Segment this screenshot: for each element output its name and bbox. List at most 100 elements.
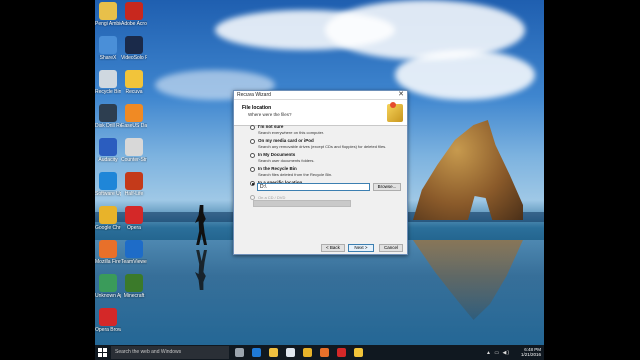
desktop-icon-label: Adobe Acrobat (121, 21, 147, 27)
taskbar: Search the web and Windows ▲ ▭ ◀) 6:48 P… (95, 345, 544, 360)
app-icon (125, 274, 143, 292)
desktop-icon[interactable]: Opera Browser (95, 308, 121, 333)
desktop-icon-label: Counter-Strike (121, 157, 147, 163)
browse-button[interactable]: Browse... (373, 183, 401, 191)
option-title: In My Documents (258, 152, 296, 157)
desktop-icons: Pengi Ambidat DocumenAdobe Acrobat ShareX… (95, 0, 147, 345)
app-icon (125, 138, 143, 156)
option-desc: Search user documents folders. (258, 158, 315, 163)
wallpaper-runner (195, 205, 207, 245)
desktop-icon[interactable]: ShareX (95, 36, 121, 61)
app-icon (99, 206, 117, 224)
firefox-icon[interactable] (320, 348, 329, 357)
dialog-header: File location Where were the files? (234, 100, 407, 126)
store-icon[interactable] (286, 348, 295, 357)
recuva-icon[interactable] (354, 348, 363, 357)
desktop-icon[interactable]: VideoSolo Free (121, 36, 147, 61)
desktop-icon[interactable]: Minecraft (121, 274, 147, 299)
file-explorer-icon[interactable] (269, 348, 278, 357)
cancel-button[interactable]: Cancel (379, 244, 403, 252)
option-desc: Search files deleted from the Recycle Bi… (258, 172, 333, 177)
app-icon (99, 36, 117, 54)
app-icon (125, 206, 143, 224)
desktop-icon[interactable]: Unknown App (95, 274, 121, 299)
option-title: In the Recycle Bin (258, 166, 297, 171)
option-media-card[interactable]: On my media card or iPod Search any remo… (250, 138, 400, 152)
desktop-icon[interactable]: Software Updater (95, 172, 121, 197)
app-icon (99, 172, 117, 190)
desktop-icon-label: Mozilla Firefox (95, 259, 121, 265)
desktop-icon[interactable]: Recycle Bin (95, 70, 121, 95)
desktop-icon-label: Disk Drill Recovery (95, 123, 121, 129)
wallpaper-cloud (395, 50, 535, 100)
app-icon (125, 172, 143, 190)
radio-not-sure[interactable] (250, 125, 255, 130)
desktop-icon-label: Half-Life (124, 191, 144, 197)
task-view-icon[interactable] (235, 348, 244, 357)
desktop-icon[interactable]: Audacity (95, 138, 121, 163)
option-not-sure[interactable]: I'm not sure Search everywhere on this c… (250, 124, 400, 138)
close-icon[interactable]: ✕ (398, 91, 404, 99)
option-title: I'm not sure (258, 124, 284, 129)
app-icon (125, 104, 143, 122)
desktop-icon[interactable]: Disk Drill Recovery (95, 104, 121, 129)
desktop-icon-label: TeamViewer (121, 259, 147, 265)
app-icon (99, 70, 117, 88)
header-subtitle: Where were the files? (248, 112, 292, 117)
radio-recycle-bin[interactable] (250, 167, 255, 172)
back-button[interactable]: < Back (321, 244, 345, 252)
app-icon (99, 104, 117, 122)
option-desc: Search any removable drives (except CDs … (258, 144, 387, 149)
app-icon (99, 308, 117, 326)
dialog-titlebar[interactable]: Recuva Wizard ✕ (234, 91, 407, 100)
desktop-icon-label: Recuva (125, 89, 143, 95)
desktop-icon-label: VideoSolo Free (121, 55, 147, 61)
desktop-icon-label: Opera Browser (95, 327, 121, 333)
desktop-icon[interactable]: Opera (121, 206, 147, 231)
taskbar-search[interactable]: Search the web and Windows (111, 346, 229, 359)
desktop-icon[interactable]: Half-Life (121, 172, 147, 197)
radio-media-card[interactable] (250, 139, 255, 144)
option-recycle-bin[interactable]: In the Recycle Bin Search files deleted … (250, 166, 400, 180)
desktop-icon-label: Google Chrome (95, 225, 121, 231)
option-desc: Search everywhere on this computer. (258, 130, 325, 135)
radio-specific-location[interactable] (250, 181, 255, 186)
edge-icon[interactable] (252, 348, 261, 357)
radio-my-documents[interactable] (250, 153, 255, 158)
recuva-wizard-dialog: Recuva Wizard ✕ File location Where were… (233, 90, 408, 255)
clock[interactable]: 6:48 PM 1/21/2016 (521, 347, 541, 357)
app-icon (125, 36, 143, 54)
desktop-icon-label: Minecraft (123, 293, 145, 299)
desktop-icon-label: Opera (127, 225, 141, 231)
option-my-documents[interactable]: In My Documents Search user documents fo… (250, 152, 400, 166)
app-icon (99, 138, 117, 156)
header-title: File location (242, 105, 272, 111)
app-icon (125, 70, 143, 88)
desktop-icon[interactable]: Counter-Strike (121, 138, 147, 163)
system-tray-icons[interactable]: ▲ ▭ ◀) (486, 350, 510, 356)
desktop-icon[interactable]: TeamViewer (121, 240, 147, 265)
location-input[interactable] (257, 183, 370, 191)
desktop-icon-label: EaseUS Data Recovery (121, 123, 147, 129)
app-icon (99, 274, 117, 292)
opera-icon[interactable] (337, 348, 346, 357)
desktop-icon[interactable]: Mozilla Firefox (95, 240, 121, 265)
desktop-icon[interactable]: Google Chrome (95, 206, 121, 231)
desktop-icon-label: Audacity (98, 157, 118, 163)
desktop-icon[interactable]: Adobe Acrobat (121, 2, 147, 27)
desktop-icon[interactable]: Recuva (121, 70, 147, 95)
desktop-icon-label: Unknown App (95, 293, 121, 299)
option-title: On my media card or iPod (258, 138, 314, 143)
next-button[interactable]: Next > (348, 244, 374, 252)
clock-date: 1/21/2016 (520, 352, 541, 357)
app-icon (125, 240, 143, 258)
cd-drive-dropdown (253, 200, 351, 207)
desktop-icon[interactable]: EaseUS Data Recovery (121, 104, 147, 129)
desktop-icon[interactable]: Pengi Ambidat Documen (95, 2, 121, 27)
chrome-icon[interactable] (303, 348, 312, 357)
app-icon (99, 240, 117, 258)
dialog-title: Recuva Wizard (237, 92, 271, 98)
wallpaper-cloud (325, 0, 525, 60)
dialog-buttons: < Back Next > Cancel (234, 244, 407, 254)
windows-start-icon[interactable] (98, 348, 107, 357)
